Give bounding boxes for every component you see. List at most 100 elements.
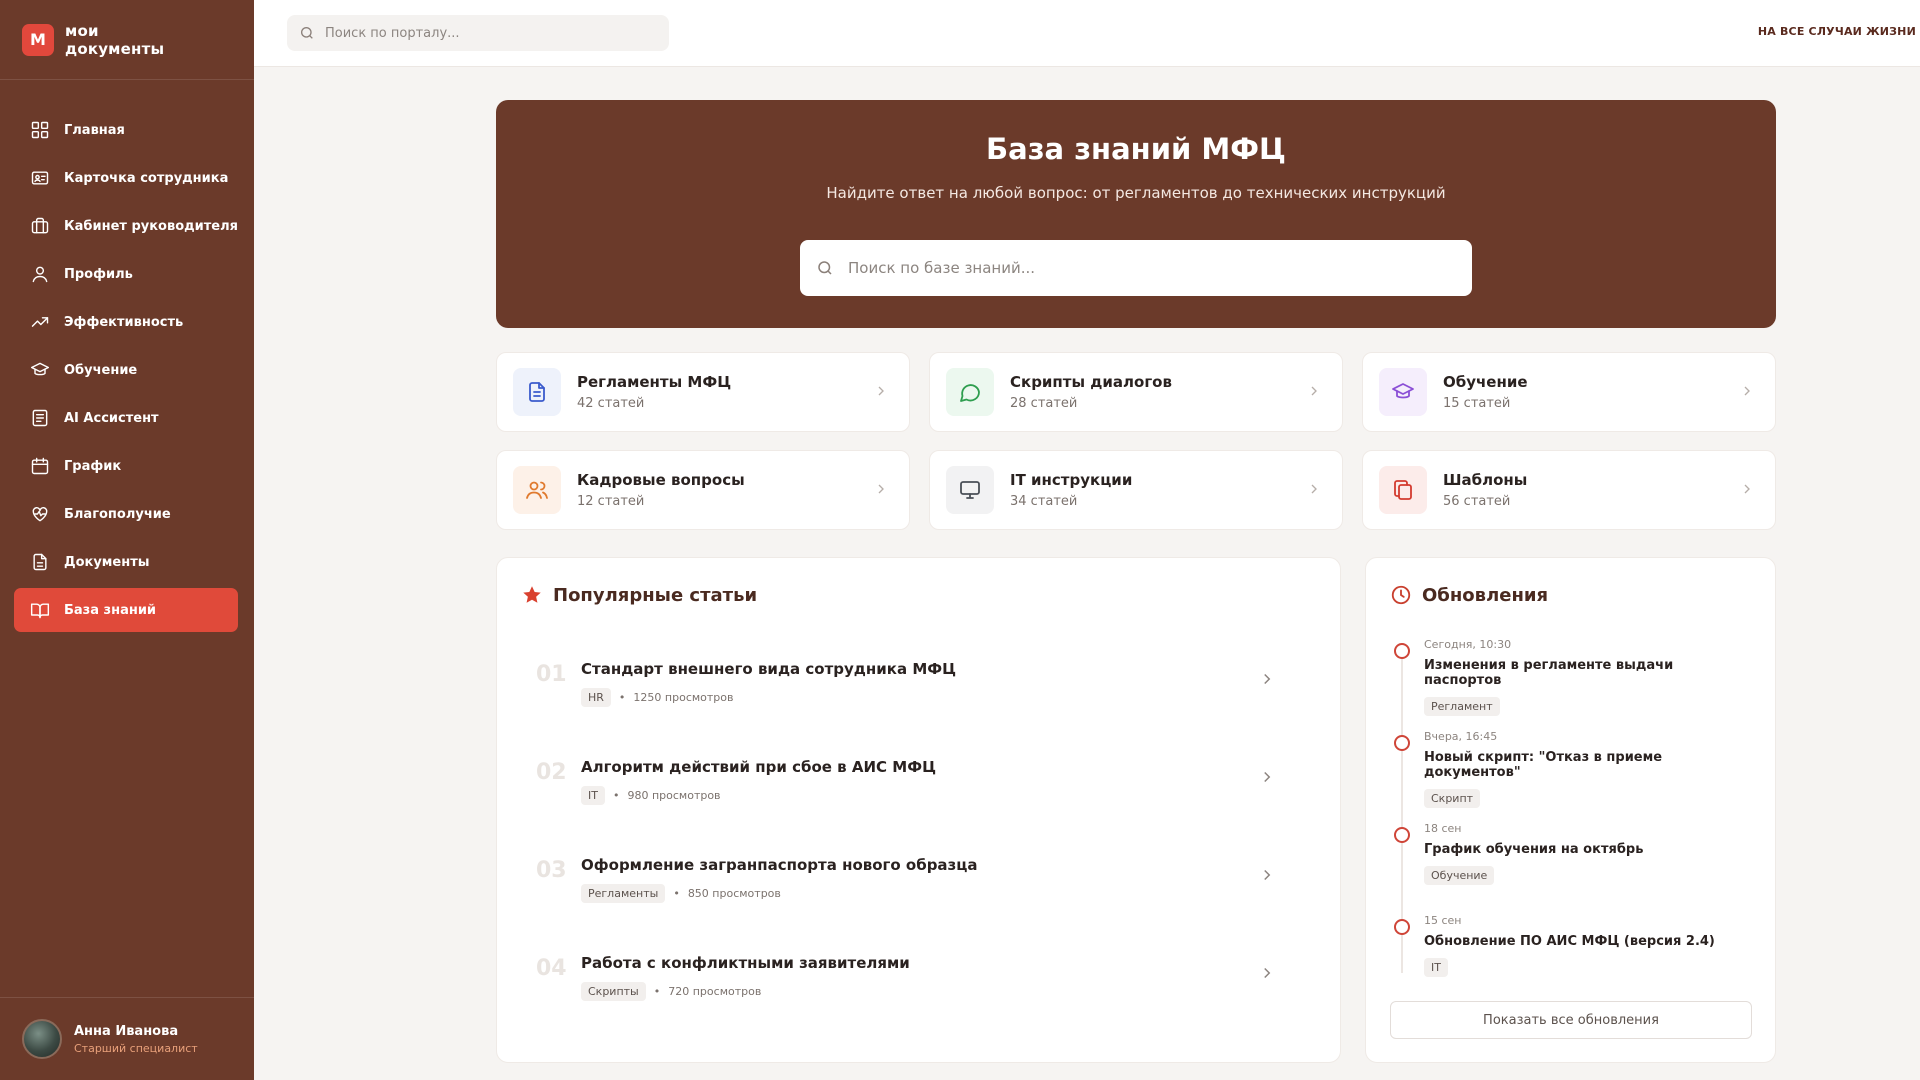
article-tag: Регламенты <box>581 884 666 903</box>
updates-timeline: Сегодня, 10:30 Изменения в регламенте вы… <box>1390 633 1751 977</box>
category-card-templates[interactable]: Шаблоны 56 статей <box>1362 450 1776 530</box>
article-title: Оформление загранпаспорта нового образца <box>581 856 978 874</box>
category-icon-box <box>513 368 561 416</box>
hero-banner: База знаний МФЦ Найдите ответ на любой в… <box>496 100 1776 328</box>
category-text: Кадровые вопросы 12 статей <box>577 471 745 509</box>
page-subtitle: Найдите ответ на любой вопрос: от реглам… <box>826 184 1446 202</box>
update-date: 15 сен <box>1424 914 1462 927</box>
sidebar-item-employee-card[interactable]: Карточка сотрудника <box>14 156 238 200</box>
knowledge-search-input[interactable] <box>848 259 1448 277</box>
updates-panel: Обновления Сегодня, 10:30 Изменения в ре… <box>1365 557 1776 1063</box>
category-count: 42 статей <box>577 396 645 411</box>
briefcase-icon <box>31 217 49 234</box>
sidebar-item-learning[interactable]: Обучение <box>14 348 238 392</box>
category-text: Регламенты МФЦ 42 статей <box>577 373 731 411</box>
category-text: Обучение 15 статей <box>1443 373 1528 411</box>
sidebar-item-efficiency[interactable]: Эффективность <box>14 300 238 344</box>
user-info: Анна Иванова Старший специалист <box>74 1024 198 1055</box>
sidebar-item-schedule[interactable]: График <box>14 444 238 488</box>
category-card-it[interactable]: IT инструкции 34 статей <box>929 450 1343 530</box>
update-title: Обновление ПО АИС МФЦ (версия 2.4) <box>1424 934 1715 949</box>
category-card-regulations[interactable]: Регламенты МФЦ 42 статей <box>496 352 910 432</box>
sidebar-nav: Главная Карточка сотрудника Кабинет руко… <box>14 108 238 636</box>
category-count: 15 статей <box>1443 396 1511 411</box>
article-views: 720 просмотров <box>668 985 762 998</box>
show-all-updates-button[interactable]: Показать все обновления <box>1390 1001 1752 1039</box>
category-card-scripts[interactable]: Скрипты диалогов 28 статей <box>929 352 1343 432</box>
category-icon-box <box>946 466 994 514</box>
copy-icon <box>1394 480 1412 500</box>
chevron-right-icon <box>878 484 884 494</box>
update-item[interactable]: Сегодня, 10:30 Изменения в регламенте вы… <box>1390 633 1751 725</box>
article-title: Алгоритм действий при сбое в АИС МФЦ <box>581 758 937 776</box>
article-views: 980 просмотров <box>627 789 721 802</box>
update-item[interactable]: 18 сен График обучения на октябрь Обучен… <box>1390 817 1751 909</box>
search-icon <box>818 261 832 275</box>
calendar-icon <box>31 457 49 475</box>
article-number: 04 <box>536 956 567 981</box>
article-number: 03 <box>536 858 567 883</box>
timeline-dot <box>1394 827 1410 843</box>
portal-search-input[interactable] <box>325 25 645 41</box>
update-tag: IT <box>1424 958 1448 977</box>
category-card-learning[interactable]: Обучение 15 статей <box>1362 352 1776 432</box>
sidebar-item-documents[interactable]: Документы <box>14 540 238 584</box>
article-list: 01 Стандарт внешнего вида сотрудника МФЦ… <box>521 648 1316 1040</box>
article-views: 1250 просмотров <box>633 691 734 704</box>
logo-text-line2: документы <box>65 39 165 58</box>
article-item[interactable]: 02 Алгоритм действий при сбое в АИС МФЦ … <box>521 746 1316 844</box>
sidebar-item-wellbeing[interactable]: Благополучие <box>14 492 238 536</box>
portal-search <box>287 15 669 51</box>
sidebar-item-manager-cabinet[interactable]: Кабинет руководителя <box>14 204 238 248</box>
sidebar-item-ai-assistant[interactable]: AI Ассистент <box>14 396 238 440</box>
chevron-right-icon <box>1744 484 1750 494</box>
sidebar-item-label: AI Ассистент <box>64 410 159 426</box>
update-date: Вчера, 16:45 <box>1424 730 1498 743</box>
sidebar-item-label: Благополучие <box>64 506 171 522</box>
sidebar-item-label: База знаний <box>64 602 157 618</box>
update-item[interactable]: 15 сен Обновление ПО АИС МФЦ (версия 2.4… <box>1390 909 1751 1001</box>
document-icon <box>33 553 47 571</box>
chevron-right-icon <box>1311 386 1317 396</box>
sidebar-item-knowledge-base[interactable]: База знаний <box>14 588 238 632</box>
chevron-right-icon <box>1264 869 1271 881</box>
category-icon-box <box>1379 466 1427 514</box>
article-meta: Скрипты • 720 просмотров <box>581 982 761 1001</box>
sidebar-item-profile[interactable]: Профиль <box>14 252 238 296</box>
article-views: 850 просмотров <box>687 887 781 900</box>
update-item[interactable]: Вчера, 16:45 Новый скрипт: "Отказ в прие… <box>1390 725 1751 817</box>
sidebar-item-label: Профиль <box>64 266 133 282</box>
category-text: Шаблоны 56 статей <box>1443 471 1527 509</box>
category-title: IT инструкции <box>1010 471 1133 489</box>
article-item[interactable]: 04 Работа с конфликтными заявителями Скр… <box>521 942 1316 1040</box>
category-icon-box <box>1379 368 1427 416</box>
category-grid: Регламенты МФЦ 42 статей Скрипты диалого… <box>496 352 1776 530</box>
message-square-icon <box>32 409 48 427</box>
article-item[interactable]: 01 Стандарт внешнего вида сотрудника МФЦ… <box>521 648 1316 746</box>
user-icon <box>32 266 48 283</box>
category-title: Скрипты диалогов <box>1010 373 1172 391</box>
article-item[interactable]: 03 Оформление загранпаспорта нового обра… <box>521 844 1316 942</box>
category-count: 28 статей <box>1010 396 1078 411</box>
avatar <box>22 1019 62 1059</box>
logo-badge: М <box>22 23 54 56</box>
id-card-icon <box>31 171 49 185</box>
update-date: 18 сен <box>1424 822 1462 835</box>
sidebar-item-home[interactable]: Главная <box>14 108 238 152</box>
sidebar-item-label: Главная <box>64 122 125 138</box>
chevron-right-icon <box>1264 673 1271 685</box>
sidebar-item-label: Обучение <box>64 362 138 378</box>
article-meta: HR • 1250 просмотров <box>581 688 734 707</box>
update-title: Новый скрипт: "Отказ в приеме документов… <box>1424 750 1663 780</box>
logo[interactable]: М мои документы <box>0 0 254 80</box>
user-role: Старший специалист <box>74 1041 198 1055</box>
chevron-right-icon <box>878 386 884 396</box>
sidebar-item-label: Эффективность <box>64 314 184 330</box>
clock-icon <box>1391 585 1411 605</box>
category-count: 56 статей <box>1443 494 1511 509</box>
article-number: 01 <box>536 662 567 687</box>
category-card-hr[interactable]: Кадровые вопросы 12 статей <box>496 450 910 530</box>
knowledge-search <box>800 240 1472 296</box>
chevron-right-icon <box>1264 967 1271 979</box>
user-profile-box[interactable]: Анна Иванова Старший специалист <box>0 997 254 1080</box>
